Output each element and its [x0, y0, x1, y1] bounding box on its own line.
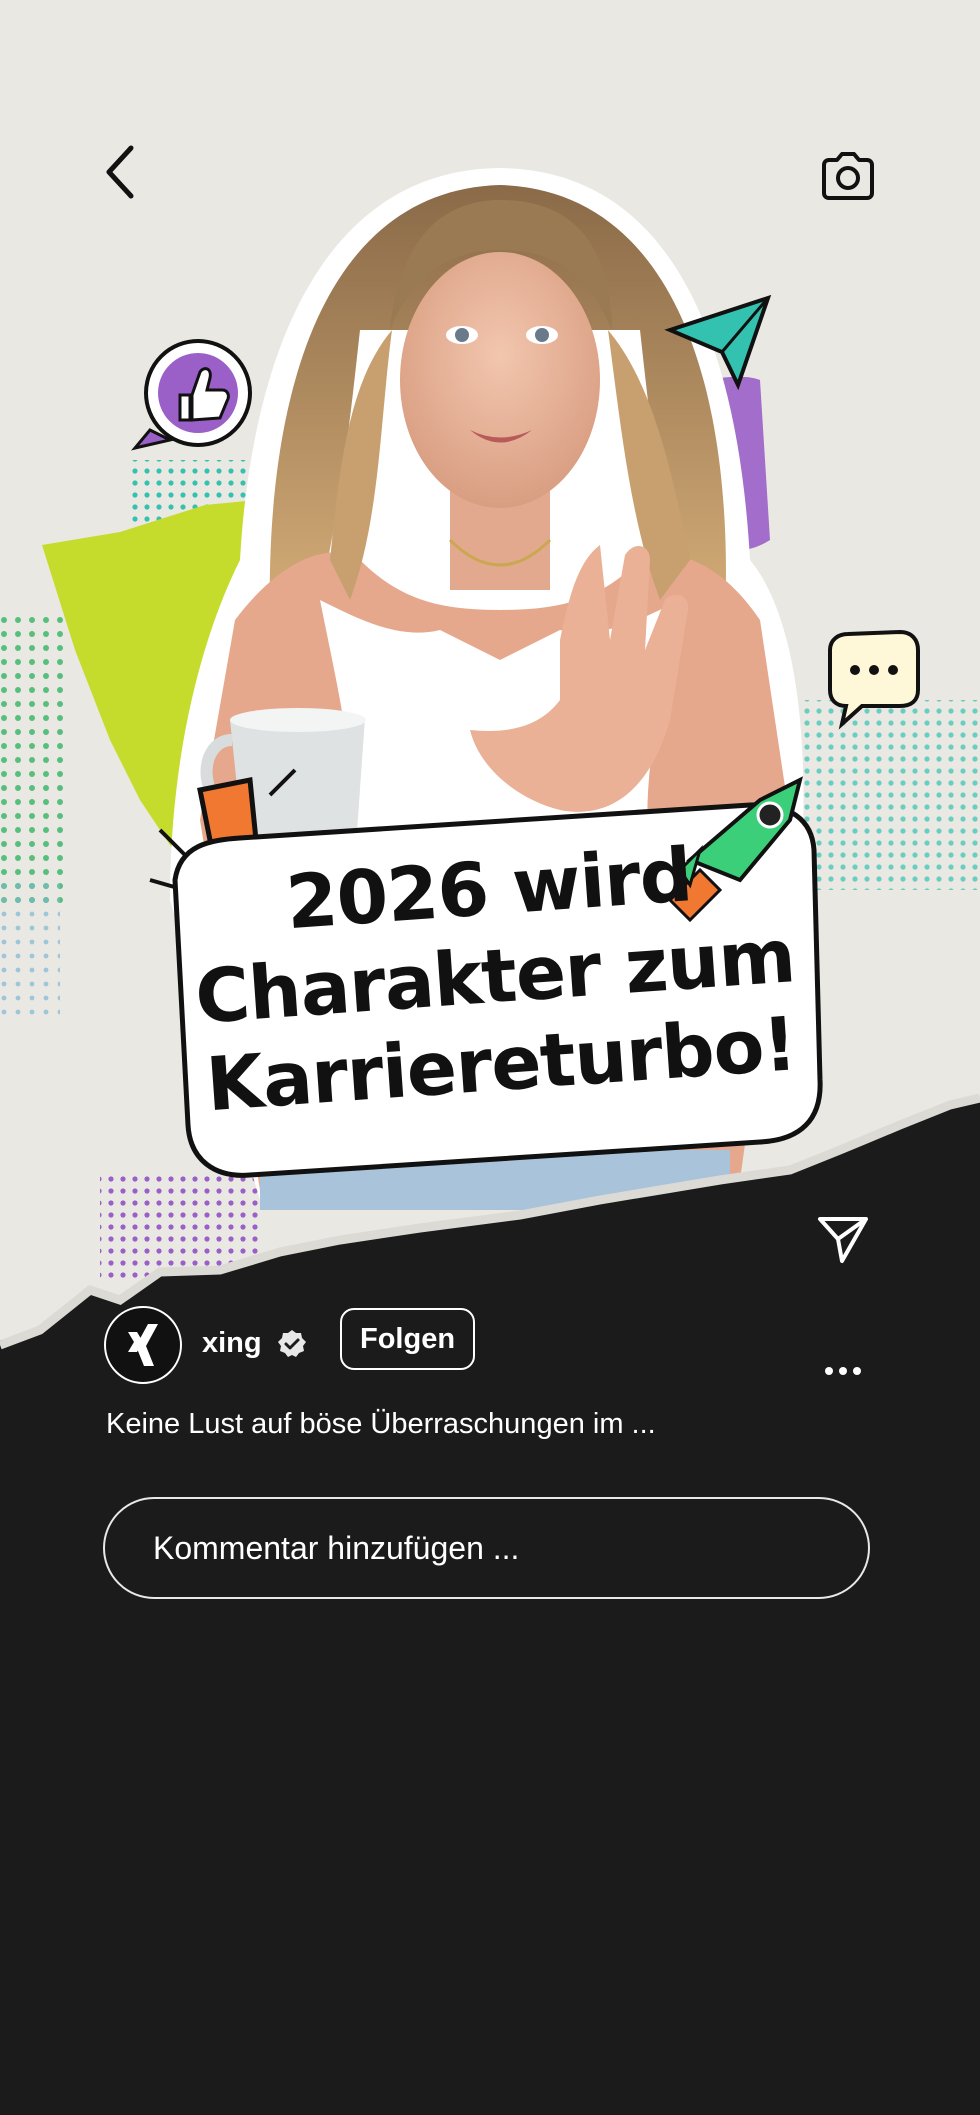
- camera-button[interactable]: [816, 146, 880, 206]
- more-button[interactable]: [818, 1356, 868, 1386]
- account-row: xing Folgen: [104, 1305, 924, 1395]
- top-bar: [0, 0, 980, 260]
- avatar[interactable]: [104, 1306, 182, 1384]
- comment-input[interactable]: Kommentar hinzufügen ...: [103, 1497, 870, 1599]
- chevron-left-icon: [106, 145, 134, 199]
- post-caption[interactable]: Keine Lust auf böse Überraschungen im ..…: [106, 1408, 656, 1441]
- dots-right: [800, 700, 980, 890]
- share-button[interactable]: [812, 1208, 874, 1270]
- paper-plane-icon: [818, 1217, 868, 1263]
- account-name[interactable]: xing: [202, 1327, 262, 1360]
- verified-badge-icon: [277, 1329, 307, 1364]
- post-image: [0, 0, 980, 2115]
- back-button[interactable]: [92, 140, 148, 204]
- follow-button[interactable]: Folgen: [340, 1308, 476, 1370]
- camera-icon: [822, 152, 874, 200]
- ellipsis-icon: [825, 1367, 861, 1375]
- xing-logo: [128, 1324, 158, 1366]
- dots-left: [0, 610, 70, 910]
- dots-left-blue: [0, 880, 60, 1020]
